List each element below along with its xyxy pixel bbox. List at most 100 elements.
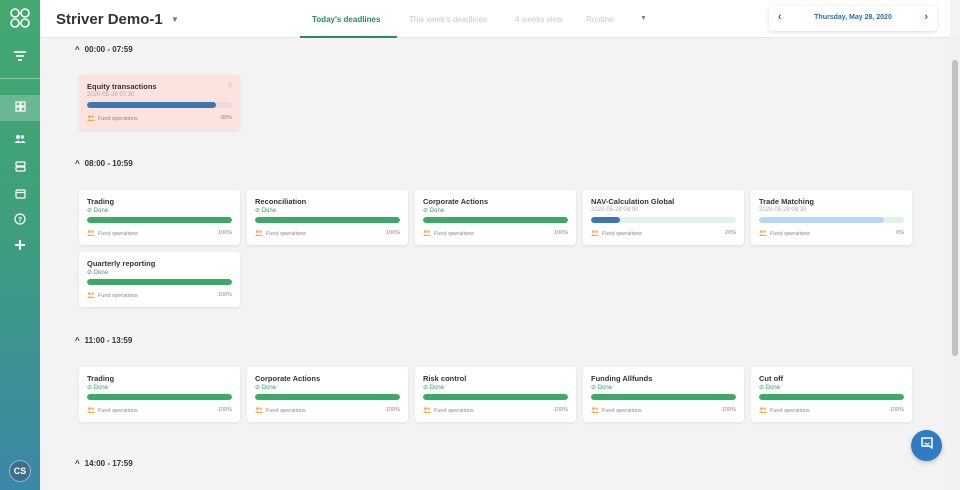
sidebar-item-dashboard[interactable] bbox=[0, 95, 40, 121]
progress-bar bbox=[591, 394, 736, 400]
task-title: Reconciliation bbox=[255, 197, 307, 206]
task-card[interactable]: Quarterly reporting ⊘ Done Fund operations… bbox=[79, 252, 240, 307]
task-card[interactable]: Trade Matching 2020-05-28 09:30 Fund opera… bbox=[751, 190, 912, 245]
team-label: Fund operations bbox=[770, 408, 810, 414]
tab-4-weeks-view[interactable]: 4 weeks view bbox=[515, 15, 563, 24]
sidebar-item-calendar[interactable] bbox=[0, 182, 40, 208]
section-header[interactable]: ^ 08:00 - 10:59 bbox=[75, 159, 133, 168]
sidebar-item-users[interactable] bbox=[0, 127, 40, 153]
sidebar-item-layers[interactable] bbox=[0, 155, 40, 181]
progress-bar bbox=[87, 279, 232, 285]
team-icon bbox=[255, 230, 263, 238]
team-icon bbox=[87, 292, 95, 300]
team-icon bbox=[591, 230, 599, 238]
task-title: Quarterly reporting bbox=[87, 259, 156, 268]
users-icon bbox=[14, 131, 26, 149]
task-title: Corporate Actions bbox=[255, 374, 321, 383]
progress-percent: 100% bbox=[385, 230, 400, 236]
check-circle-icon: ⊘ bbox=[87, 208, 94, 214]
chevron-up-icon[interactable]: ^ bbox=[75, 159, 80, 168]
task-title: Corporate Actions bbox=[423, 197, 489, 206]
progress-fill bbox=[759, 217, 884, 223]
task-card[interactable]: Trading ⊘ Done Fund operations 100% bbox=[79, 190, 240, 245]
dashboard-icon bbox=[14, 99, 26, 117]
task-status: ⊘ Done bbox=[87, 207, 108, 214]
task-card[interactable]: Equity transactions ⚲ 2020-05-28 07:30 Fund… bbox=[79, 75, 240, 130]
task-team: Fund operations bbox=[255, 230, 306, 238]
current-date[interactable]: Thursday, May 28, 2020 bbox=[769, 14, 937, 21]
team-icon bbox=[591, 407, 599, 415]
task-title: Funding Allfunds bbox=[591, 374, 653, 383]
plus-icon bbox=[14, 238, 26, 256]
layers-icon bbox=[14, 159, 26, 177]
sidebar: ? CS bbox=[0, 0, 40, 490]
team-label: Fund operations bbox=[98, 408, 138, 414]
check-circle-icon: ⊘ bbox=[591, 385, 598, 391]
progress-fill bbox=[87, 102, 217, 108]
chevron-up-icon[interactable]: ^ bbox=[75, 459, 80, 468]
sidebar-item-help[interactable]: ? bbox=[0, 208, 40, 234]
chevron-up-icon[interactable]: ^ bbox=[75, 336, 80, 345]
progress-fill bbox=[423, 394, 568, 400]
progress-bar bbox=[87, 217, 232, 223]
section-header[interactable]: ^ 14:00 - 17:59 bbox=[75, 459, 133, 468]
task-team: Fund operations bbox=[591, 230, 642, 238]
chevron-right-icon[interactable]: › bbox=[924, 11, 928, 23]
tab-routine[interactable]: Routine bbox=[586, 15, 614, 24]
chevron-down-icon[interactable]: ▼ bbox=[171, 15, 179, 24]
logo-icon[interactable] bbox=[8, 6, 32, 30]
team-label: Fund operations bbox=[434, 408, 474, 414]
sidebar-item-add[interactable] bbox=[0, 234, 40, 260]
team-icon bbox=[423, 407, 431, 415]
chevron-down-icon[interactable]: ▼ bbox=[640, 15, 647, 22]
progress-fill bbox=[87, 217, 232, 223]
task-title: Trading bbox=[87, 374, 115, 383]
task-status-text: 2020-05-28 07:30 bbox=[87, 92, 135, 98]
task-status: ⊘ Done bbox=[255, 207, 276, 214]
filter-icon[interactable] bbox=[8, 44, 32, 68]
header: Striver Demo-1 ▼ Today's deadlines This … bbox=[40, 0, 950, 38]
tab-this-weeks-deadlines[interactable]: This week's deadlines bbox=[409, 15, 487, 24]
check-circle-icon: ⊘ bbox=[759, 385, 766, 391]
page-title[interactable]: Striver Demo-1 bbox=[56, 11, 163, 28]
team-label: Fund operations bbox=[266, 231, 306, 237]
task-card[interactable]: Reconciliation ⊘ Done Fund operations 100% bbox=[247, 190, 408, 245]
task-team: Fund operations bbox=[591, 407, 642, 415]
team-label: Fund operations bbox=[602, 408, 642, 414]
task-status-text: Done bbox=[261, 208, 277, 214]
avatar[interactable]: CS bbox=[9, 460, 31, 482]
section-label: 08:00 - 10:59 bbox=[84, 159, 133, 168]
progress-fill bbox=[759, 394, 904, 400]
tab-todays-deadlines[interactable]: Today's deadlines bbox=[312, 15, 380, 24]
team-icon bbox=[423, 230, 431, 238]
task-card[interactable]: NAV-Calculation Global 2020-05-28 09:00 Fu… bbox=[583, 190, 744, 245]
task-status: ⊘ Done bbox=[87, 269, 108, 276]
check-circle-icon: ⊘ bbox=[87, 385, 94, 391]
task-card[interactable]: Trading ⊘ Done Fund operations 100% bbox=[79, 367, 240, 422]
section-header[interactable]: ^ 11:00 - 13:59 bbox=[75, 336, 132, 345]
task-card[interactable]: Corporate Actions ⊘ Done Fund operations 10… bbox=[247, 367, 408, 422]
check-circle-icon: ⊘ bbox=[255, 208, 262, 214]
task-status: ⊘ Done bbox=[423, 207, 444, 214]
progress-fill bbox=[87, 279, 232, 285]
search-icon[interactable]: ⚲ bbox=[228, 82, 232, 89]
task-status-text: Done bbox=[765, 385, 781, 391]
chevron-up-icon[interactable]: ^ bbox=[75, 45, 80, 54]
task-card[interactable]: Cut off ⊘ Done Fund operations 100% bbox=[751, 367, 912, 422]
task-card[interactable]: Corporate Actions ⊘ Done Fund operations 10… bbox=[415, 190, 576, 245]
progress-percent: 100% bbox=[553, 407, 568, 413]
task-card[interactable]: Risk control ⊘ Done Fund operations 100% bbox=[415, 367, 576, 422]
team-icon bbox=[759, 230, 767, 238]
scrollbar-thumb[interactable] bbox=[952, 60, 958, 356]
progress-percent: 100% bbox=[721, 407, 736, 413]
task-status-text: Done bbox=[429, 208, 445, 214]
progress-fill bbox=[591, 394, 736, 400]
task-card[interactable]: Funding Allfunds ⊘ Done Fund operations 100… bbox=[583, 367, 744, 422]
section-label: 14:00 - 17:59 bbox=[84, 459, 133, 468]
task-status: ⊘ Done bbox=[591, 384, 612, 391]
task-team: Fund operations bbox=[759, 407, 810, 415]
chat-button[interactable] bbox=[911, 430, 942, 461]
progress-percent: 100% bbox=[217, 230, 232, 236]
progress-bar bbox=[87, 102, 232, 108]
section-header[interactable]: ^ 00:00 - 07:59 bbox=[75, 45, 133, 54]
